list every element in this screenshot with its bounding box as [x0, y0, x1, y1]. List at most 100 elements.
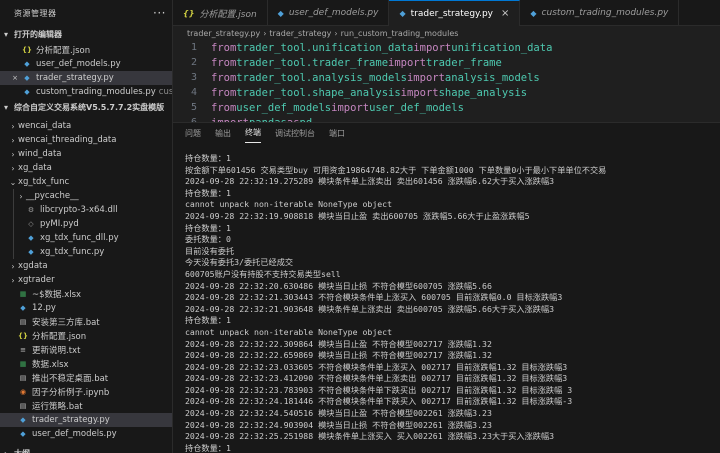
editor-tab[interactable]: {} 分析配置.json	[173, 0, 268, 26]
file-tree-item[interactable]: ⌄ xg_tdx_func	[0, 175, 172, 189]
file-tree-item[interactable]: ▤ 运行策略.bat	[0, 399, 172, 413]
chevron-down-icon: ⌄	[9, 177, 17, 187]
file-tree-item[interactable]: ◇ pyMI.pyd	[0, 217, 172, 231]
file-tree-item[interactable]: › wind_data	[0, 147, 172, 161]
open-editors-section[interactable]: ▾ 打开的编辑器	[0, 26, 172, 43]
open-editors-title: 打开的编辑器	[14, 30, 62, 39]
file-tree-label: xg_tdx_func_dll.py	[40, 233, 119, 243]
file-tree-item[interactable]: ◆ xg_tdx_func.py	[0, 245, 172, 259]
open-editor-item[interactable]: × ◆ trader_strategy.py	[0, 71, 172, 85]
open-editor-label: user_def_models.py	[36, 59, 121, 69]
terminal-line: 600705账户没有持股不支持交易类型sell	[185, 268, 341, 279]
terminal-line: 持仓数量：1	[185, 187, 231, 198]
pyd-icon: ◇	[28, 220, 34, 228]
open-editor-item[interactable]: {} 分析配置.json	[0, 43, 172, 57]
file-tree-item[interactable]: ▤ 安装第三方库.bat	[0, 315, 172, 329]
file-tree-item[interactable]: ◆ user_def_models.py	[0, 427, 172, 441]
file-tree-label: 数据.xlsx	[32, 360, 69, 370]
import-name: shape_analysis	[438, 86, 528, 99]
open-editor-item[interactable]: ◆ custom_trading_modules.pycus...	[0, 85, 172, 99]
terminal-output[interactable]: 持仓数量：1 按金额下单601456 交易类型buy 可用资金19864748.8…	[173, 153, 720, 453]
excel-icon: ▦	[19, 290, 27, 298]
keyword: from	[211, 101, 237, 114]
indent-guide	[13, 217, 14, 231]
panel-tab[interactable]: 输出	[215, 123, 231, 143]
file-tree-label: ~$数据.xlsx	[32, 290, 82, 300]
workspace-section[interactable]: ▾ 综合自定义交易系统V5.5.7.7.2实盘模版	[0, 99, 172, 116]
file-tree-item[interactable]: › wencai_data	[0, 119, 172, 133]
file-tree-label: xgdata	[18, 261, 48, 271]
file-tree-item[interactable]: ⚙ libcrypto-3-x64.dll	[0, 203, 172, 217]
more-actions-icon[interactable]: ···	[153, 6, 166, 20]
file-tree-label: __pycache__	[26, 191, 79, 201]
batch-file-icon: ▤	[19, 402, 27, 410]
file-tree-item[interactable]: ◉ 因子分析例子.ipynb	[0, 385, 172, 399]
python-icon: ◆	[28, 234, 34, 242]
file-tree-label: 运行策略.bat	[32, 402, 83, 412]
file-tree-label: user_def_models.py	[32, 429, 117, 439]
open-editor-item[interactable]: ◆ user_def_models.py	[0, 57, 172, 71]
chevron-right-icon: ›	[11, 261, 15, 271]
terminal-line: 委托数量：0	[185, 234, 231, 245]
file-tree-item[interactable]: ▦ 数据.xlsx	[0, 357, 172, 371]
keyword: from	[211, 56, 237, 69]
text-file-icon: ≡	[20, 346, 26, 354]
import-name: analysis_models	[444, 71, 540, 84]
open-editor-path: cus...	[158, 87, 172, 97]
file-tree-item[interactable]: ◆ trader_strategy.py	[0, 413, 172, 427]
editor-tab-label: trader_strategy.py	[410, 8, 493, 19]
editor-tab-label: user_def_models.py	[288, 8, 379, 18]
terminal-line: 2024-09-28 22:32:19.908818 模块当日止盈 卖出6007…	[185, 210, 530, 221]
close-icon[interactable]: ×	[501, 8, 509, 19]
file-tree-item[interactable]: ▦ ~$数据.xlsx	[0, 287, 172, 301]
breadcrumb-item[interactable]: trader_strategy.py	[187, 29, 260, 38]
keyword: import	[413, 41, 452, 54]
terminal-line: 持仓数量：1	[185, 315, 231, 326]
file-tree-item[interactable]: {} 分析配置.json	[0, 329, 172, 343]
file-tree-item[interactable]: ◆ 12.py	[0, 301, 172, 315]
panel-tab[interactable]: 问题	[185, 123, 201, 143]
editor-tab[interactable]: ◆ trader_strategy.py ×	[389, 0, 521, 26]
panel-tab[interactable]: 调试控制台	[275, 123, 315, 143]
terminal-line: 目前没有委托	[185, 245, 235, 256]
file-tree-item[interactable]: ▤ 推出不稳定桌面.bat	[0, 371, 172, 385]
panel-tab[interactable]: 终端	[245, 123, 261, 143]
editor-tab[interactable]: ◆ custom_trading_modules.py	[520, 0, 680, 26]
editor-tab[interactable]: ◆ user_def_models.py	[268, 0, 390, 26]
file-tree-item[interactable]: › xg_data	[0, 161, 172, 175]
outline-title: 大纲	[14, 448, 30, 453]
panel-tabs: 问题 输出 终端 调试控制台 端口	[173, 123, 720, 143]
line-number: 1	[190, 42, 197, 53]
close-icon[interactable]: ×	[10, 73, 20, 83]
indent-guide	[13, 231, 14, 245]
module-name: trader_tool.shape_analysis	[236, 86, 401, 99]
outline-section[interactable]: › 大纲	[0, 445, 172, 453]
code-line: 4 from trader_tool.shape_analysis import …	[173, 85, 720, 100]
panel-tab[interactable]: 端口	[329, 123, 345, 143]
file-tree-item[interactable]: › xgdata	[0, 259, 172, 273]
python-icon: ◆	[530, 8, 537, 18]
bottom-panel: 问题 输出 终端 调试控制台 端口 持仓数量：1 按金额下单601456 交易类型buy …	[173, 122, 720, 453]
breadcrumb-item[interactable]: run_custom_trading_modules	[341, 29, 459, 38]
terminal-line: 2024-09-28 22:32:21.903648 模块条件单上涨卖出 卖出6…	[185, 303, 555, 314]
batch-file-icon: ▤	[19, 374, 27, 382]
file-tree-item[interactable]: › wencai_threading_data	[0, 133, 172, 147]
terminal-line: 2024-09-28 22:32:23.783903 不符合模块条件单下跌买出 …	[185, 384, 573, 395]
code-editor[interactable]: 1 from trader_tool.unification_data impor…	[173, 40, 720, 123]
terminal-line: 2024-09-28 22:32:22.659869 模块当日止损 不符合模型0…	[185, 350, 492, 361]
keyword: import	[400, 86, 439, 99]
dll-icon: ⚙	[27, 206, 35, 214]
file-tree-item[interactable]: › xgtrader	[0, 273, 172, 287]
file-tree-item[interactable]: ≡ 更新说明.txt	[0, 343, 172, 357]
import-name: user_def_models	[369, 101, 464, 114]
indent-guide	[13, 203, 14, 217]
chevron-right-icon: ›	[263, 28, 267, 38]
keyword: import	[331, 101, 370, 114]
file-tree-item[interactable]: ◆ xg_tdx_func_dll.py	[0, 231, 172, 245]
file-tree-item[interactable]: › __pycache__	[0, 189, 172, 203]
chevron-right-icon: ›	[4, 449, 14, 453]
explorer-header: 资源管理器 ···	[0, 0, 172, 26]
file-tree-label: libcrypto-3-x64.dll	[40, 205, 118, 215]
breadcrumb-item[interactable]: trader_strategy	[269, 29, 331, 38]
explorer-title: 资源管理器	[14, 8, 57, 18]
